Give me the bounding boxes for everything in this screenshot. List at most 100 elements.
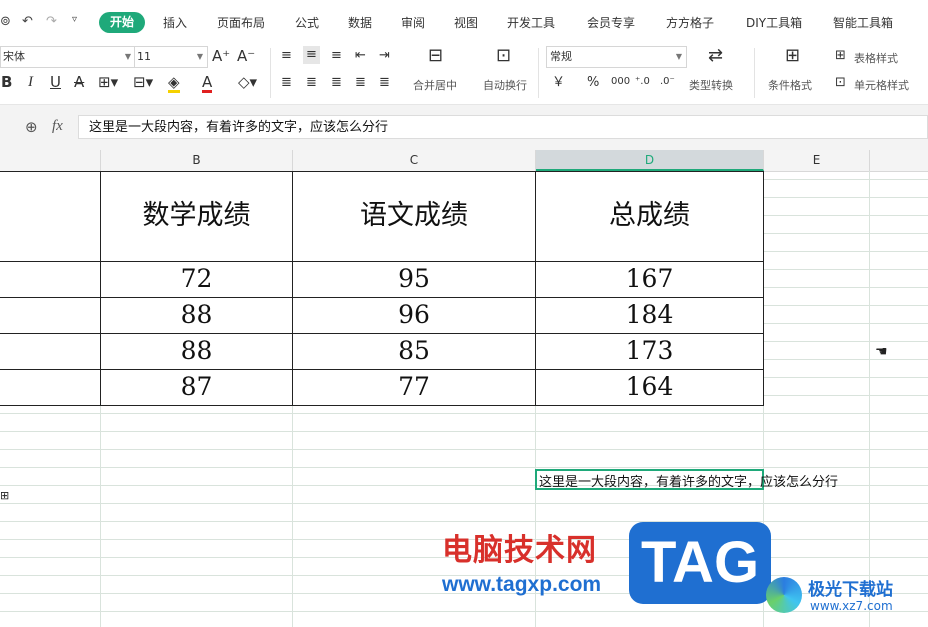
header-total-score[interactable]: 总成绩 [535,171,764,262]
decrease-indent-icon[interactable]: ⇤ [355,48,366,64]
table-cell[interactable]: 87 [100,369,293,406]
merge-center-button[interactable]: 合并居中 [413,77,457,93]
table-cell[interactable]: 95 [292,261,536,298]
font-name-select[interactable]: 宋体 ▼ [0,46,136,68]
align-right-icon[interactable]: ≣ [331,75,342,91]
cell-long-text: 这里是一大段内容，有着许多的文字，应该怎么分行 [539,475,839,490]
type-convert-button[interactable]: 类型转换 [689,77,733,93]
font-color-icon[interactable]: A [202,74,213,93]
gridline [869,171,870,627]
percent-button[interactable]: % [587,75,599,91]
table-cell[interactable] [0,297,101,334]
header-chinese-score[interactable]: 语文成绩 [292,171,536,262]
formula-bar: ⊕ fx 这里是一大段内容，有着许多的文字，应该怎么分行 [0,104,928,151]
table-cell[interactable]: 88 [100,333,293,370]
column-header-d[interactable]: D [536,150,764,171]
tab-fangfang[interactable]: 方方格子 [666,14,714,31]
redo-icon[interactable]: ↷ [46,14,57,29]
clear-format-icon[interactable]: ◇▾ [238,74,257,90]
table-cell[interactable]: 184 [535,297,764,334]
align-top-icon[interactable]: ≡ [281,48,292,64]
table-cell[interactable] [0,369,101,406]
customize-quick-access-icon[interactable]: ▿ [72,14,77,25]
column-header-b[interactable]: B [101,150,293,171]
column-header-c[interactable]: C [293,150,536,171]
tab-formulas[interactable]: 公式 [295,14,319,31]
chevron-down-icon: ▼ [675,52,682,61]
table-style-icon[interactable]: ⊞ [835,48,846,64]
bold-button[interactable]: B [1,74,12,90]
type-convert-icon[interactable]: ⇄ [708,47,723,65]
column-header-a[interactable] [0,150,101,171]
divider [754,48,755,98]
merge-center-icon[interactable]: ⊟ [428,47,443,65]
font-size-select[interactable]: 11 ▼ [134,46,208,68]
zoom-icon[interactable]: ⊕ [25,118,38,136]
tab-smart-toolbox[interactable]: 智能工具箱 [833,14,893,31]
tab-view[interactable]: 视图 [454,14,478,31]
table-cell[interactable] [0,333,101,370]
tab-page-layout[interactable]: 页面布局 [217,14,265,31]
decrease-font-icon[interactable]: A⁻ [237,48,255,64]
italic-button[interactable]: I [28,74,33,90]
tab-insert[interactable]: 插入 [163,14,187,31]
wrap-text-button[interactable]: 自动换行 [483,77,527,93]
increase-decimal-icon[interactable]: ⁺.0 [635,74,650,90]
fx-label[interactable]: fx [52,118,63,135]
table-cell[interactable] [0,261,101,298]
highlight-color-icon[interactable]: ◈ [168,74,180,93]
tab-diy-toolbox[interactable]: DIY工具箱 [746,14,802,31]
table-cell[interactable]: 167 [535,261,764,298]
number-format-select[interactable]: 常规 ▼ [546,46,687,68]
tab-data[interactable]: 数据 [348,14,372,31]
strikethrough-button[interactable]: A [74,74,84,90]
table-cell[interactable] [0,171,101,262]
border-icon[interactable]: ⊞▾ [98,74,118,90]
increase-font-icon[interactable]: A⁺ [212,48,230,64]
formula-input[interactable]: 这里是一大段内容，有着许多的文字，应该怎么分行 [78,115,928,139]
table-cell[interactable]: 173 [535,333,764,370]
tab-home[interactable]: 开始 [99,12,145,33]
table-cell[interactable]: 77 [292,369,536,406]
chevron-down-icon: ▼ [124,52,131,61]
column-header-f[interactable] [870,150,928,171]
align-bottom-icon[interactable]: ≡ [331,48,342,64]
align-left-icon[interactable]: ≣ [281,75,292,91]
column-header-e[interactable]: E [764,150,870,171]
tab-review[interactable]: 审阅 [401,14,425,31]
tab-member[interactable]: 会员专享 [587,14,635,31]
watermark-site-name: 电脑技术网 [442,533,597,568]
thousands-button[interactable]: 000 [611,74,630,90]
table-style-button[interactable]: 表格样式 [854,50,898,66]
cell-fill-icon[interactable]: ⊟▾ [133,74,153,90]
tab-developer[interactable]: 开发工具 [507,14,555,31]
table-cell[interactable]: 72 [100,261,293,298]
table-cell[interactable]: 85 [292,333,536,370]
table-cell[interactable]: 164 [535,369,764,406]
top-tab-bar: ⊚ ↶ ↷ ▿ 开始 插入 页面布局 公式 数据 审阅 视图 开发工具 会员专享… [0,0,928,44]
tagxp-watermark: 电脑技术网 www.tagxp.com [432,523,642,603]
print-preview-icon[interactable]: ⊚ [0,14,11,29]
distributed-align-icon[interactable]: ≣ [379,75,390,91]
conditional-format-icon[interactable]: ⊞ [785,47,800,65]
align-center-icon[interactable]: ≣ [306,75,317,91]
increase-indent-icon[interactable]: ⇥ [379,48,390,64]
table-cell[interactable]: 88 [100,297,293,334]
cell-style-icon[interactable]: ⊡ [835,75,846,91]
tag-logo-text: TAG [640,530,760,595]
xz7-name: 极光下载站 [808,580,893,600]
cell-style-button[interactable]: 单元格样式 [854,77,909,93]
wrap-text-icon[interactable]: ⊡ [496,47,511,65]
underline-button[interactable]: U [50,74,61,90]
align-middle-icon[interactable]: ≡ [303,46,320,64]
decrease-decimal-icon[interactable]: .0⁻ [660,74,675,90]
justify-icon[interactable]: ≣ [355,75,366,91]
undo-icon[interactable]: ↶ [22,14,33,29]
font-size-value: 11 [137,50,151,63]
divider [270,48,271,98]
table-cell[interactable]: 96 [292,297,536,334]
conditional-format-button[interactable]: 条件格式 [768,77,812,93]
divider [538,48,539,98]
header-math-score[interactable]: 数学成绩 [100,171,293,262]
currency-button[interactable]: ￥ [552,75,565,91]
